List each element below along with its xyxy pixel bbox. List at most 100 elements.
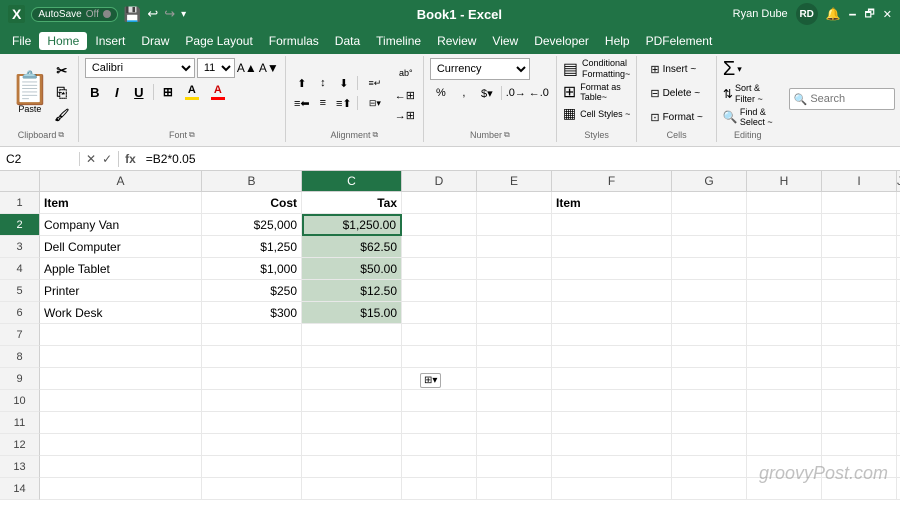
- menu-data[interactable]: Data: [327, 32, 368, 50]
- cell-f2[interactable]: [552, 214, 672, 236]
- cell-g5[interactable]: [672, 280, 747, 302]
- cell-c7[interactable]: [302, 324, 402, 346]
- cell-h7[interactable]: [747, 324, 822, 346]
- cell-d6[interactable]: [402, 302, 477, 324]
- cell-e1[interactable]: [477, 192, 552, 214]
- underline-btn[interactable]: U: [129, 82, 149, 102]
- col-header-h[interactable]: H: [747, 171, 822, 191]
- cell-d5[interactable]: [402, 280, 477, 302]
- font-family-select[interactable]: Calibri: [85, 58, 195, 78]
- cell-e6[interactable]: [477, 302, 552, 324]
- row-num-13[interactable]: 13: [0, 456, 40, 478]
- orient-btn[interactable]: ab°: [395, 62, 417, 84]
- cell-d2[interactable]: [402, 214, 477, 236]
- redo-icon[interactable]: ↪: [164, 6, 175, 22]
- row-num-2[interactable]: 2: [0, 214, 40, 236]
- copy-button[interactable]: ⎘: [52, 83, 72, 103]
- cell-d3[interactable]: [402, 236, 477, 258]
- alignment-expand[interactable]: ⧉: [373, 130, 379, 140]
- cell-a1[interactable]: Item: [40, 192, 202, 214]
- cell-g7[interactable]: [672, 324, 747, 346]
- format-as-table-btn[interactable]: ⊞ Format asTable~: [563, 82, 621, 104]
- sort-filter-btn[interactable]: ⇅Sort &Filter ~: [723, 83, 763, 105]
- col-header-a[interactable]: A: [40, 171, 202, 191]
- cell-e5[interactable]: [477, 280, 552, 302]
- cell-d7[interactable]: [402, 324, 477, 346]
- cancel-formula-icon[interactable]: ✕: [84, 152, 98, 166]
- close-btn[interactable]: ✕: [883, 8, 892, 21]
- format-painter-button[interactable]: 🖌: [52, 105, 72, 125]
- ribbon-toggle[interactable]: 🔔: [826, 7, 841, 21]
- row-num-3[interactable]: 3: [0, 236, 40, 258]
- cell-g6[interactable]: [672, 302, 747, 324]
- italic-btn[interactable]: I: [107, 82, 127, 102]
- decimal-increase-btn[interactable]: .0→: [505, 84, 527, 102]
- cell-b5[interactable]: $250: [202, 280, 302, 302]
- col-header-b[interactable]: B: [202, 171, 302, 191]
- cell-b4[interactable]: $1,000: [202, 258, 302, 280]
- cell-i3[interactable]: [822, 236, 897, 258]
- cell-b7[interactable]: [202, 324, 302, 346]
- cut-button[interactable]: ✂: [52, 61, 72, 81]
- col-header-c[interactable]: C: [302, 171, 402, 191]
- bottom-align-btn[interactable]: ⬇: [334, 74, 354, 92]
- menu-timeline[interactable]: Timeline: [368, 32, 429, 50]
- col-header-e[interactable]: E: [477, 171, 552, 191]
- cell-d4[interactable]: [402, 258, 477, 280]
- cell-a5[interactable]: Printer: [40, 280, 202, 302]
- cell-b1[interactable]: Cost: [202, 192, 302, 214]
- quick-access-more[interactable]: ▾: [181, 9, 186, 20]
- indent-increase-btn[interactable]: →⊞: [395, 106, 415, 124]
- cell-f5[interactable]: [552, 280, 672, 302]
- cell-c4[interactable]: $50.00: [302, 258, 402, 280]
- cell-a2[interactable]: Company Van: [40, 214, 202, 236]
- insert-function-icon[interactable]: fx: [123, 152, 138, 166]
- save-icon[interactable]: 💾: [124, 6, 141, 23]
- increase-font-btn[interactable]: A▲: [237, 58, 257, 78]
- cell-e2[interactable]: [477, 214, 552, 236]
- number-format-select[interactable]: Currency: [430, 58, 530, 80]
- cell-g1[interactable]: [672, 192, 747, 214]
- cell-g4[interactable]: [672, 258, 747, 280]
- cell-i6[interactable]: [822, 302, 897, 324]
- row-num-9[interactable]: 9: [0, 368, 40, 390]
- format-btn[interactable]: ⊡Format ~: [643, 106, 710, 128]
- col-header-d[interactable]: D: [402, 171, 477, 191]
- cell-styles-btn[interactable]: ▦ Cell Styles ~: [563, 105, 631, 122]
- confirm-formula-icon[interactable]: ✓: [100, 152, 114, 166]
- menu-insert[interactable]: Insert: [87, 32, 133, 50]
- menu-page-layout[interactable]: Page Layout: [177, 32, 260, 50]
- mid-align-btn[interactable]: ↕: [313, 74, 333, 92]
- row-num-5[interactable]: 5: [0, 280, 40, 302]
- row-num-12[interactable]: 12: [0, 434, 40, 456]
- menu-view[interactable]: View: [484, 32, 526, 50]
- menu-help[interactable]: Help: [597, 32, 638, 50]
- comma-btn[interactable]: ,: [453, 84, 475, 102]
- paste-button[interactable]: 📋 Paste: [10, 72, 50, 114]
- cell-a3[interactable]: Dell Computer: [40, 236, 202, 258]
- decrease-font-btn[interactable]: A▼: [259, 58, 279, 78]
- cell-i1[interactable]: [822, 192, 897, 214]
- cell-g3[interactable]: [672, 236, 747, 258]
- cell-i2[interactable]: [822, 214, 897, 236]
- cell-g2[interactable]: [672, 214, 747, 236]
- top-align-btn[interactable]: ⬆: [292, 74, 312, 92]
- cell-h4[interactable]: [747, 258, 822, 280]
- col-header-f[interactable]: F: [552, 171, 672, 191]
- cell-d1[interactable]: [402, 192, 477, 214]
- cell-a6[interactable]: Work Desk: [40, 302, 202, 324]
- center-align-btn[interactable]: ≡: [313, 94, 333, 112]
- cell-reference-box[interactable]: C2: [0, 152, 80, 166]
- clipboard-expand[interactable]: ⧉: [58, 130, 64, 140]
- cell-h5[interactable]: [747, 280, 822, 302]
- cell-b6[interactable]: $300: [202, 302, 302, 324]
- sigma-btn[interactable]: Σ▾: [723, 58, 742, 81]
- number-expand[interactable]: ⧉: [504, 130, 510, 140]
- menu-draw[interactable]: Draw: [133, 32, 177, 50]
- undo-icon[interactable]: ↩: [147, 6, 158, 22]
- cell-e3[interactable]: [477, 236, 552, 258]
- merge-btn[interactable]: ⊟▾: [361, 94, 389, 112]
- cell-f7[interactable]: [552, 324, 672, 346]
- menu-home[interactable]: Home: [39, 32, 87, 50]
- font-size-select[interactable]: 11: [197, 58, 235, 78]
